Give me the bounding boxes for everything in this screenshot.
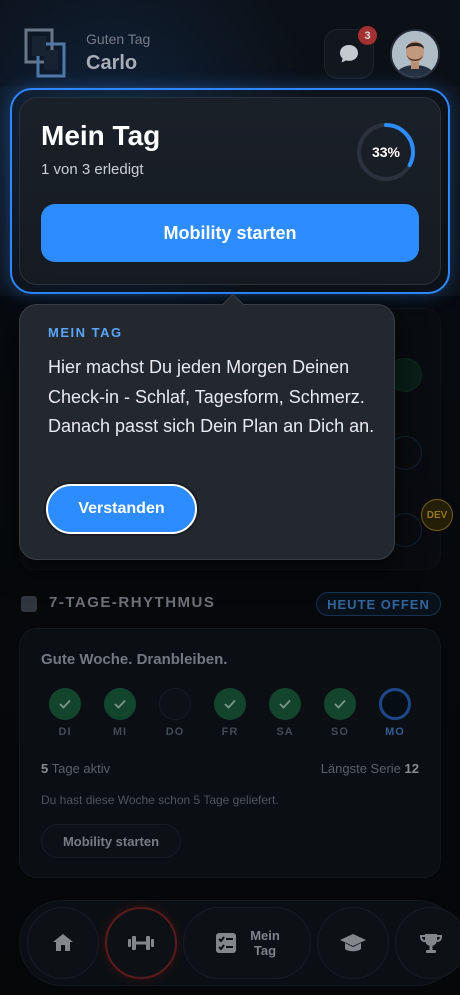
card-title: Mein Tag: [41, 120, 161, 151]
mobility-start-button[interactable]: Mobility starten: [41, 204, 419, 262]
card-subtitle: 1 von 3 erledigt: [41, 161, 144, 178]
onboarding-dim-top: [0, 0, 460, 86]
tooltip-kicker: MEIN TAG: [48, 325, 123, 340]
tooltip-body: Hier machst Du jeden Morgen Deinen Check…: [48, 357, 375, 436]
tooltip-confirm-button[interactable]: Verstanden: [46, 484, 197, 534]
progress-label: 33%: [371, 144, 401, 160]
